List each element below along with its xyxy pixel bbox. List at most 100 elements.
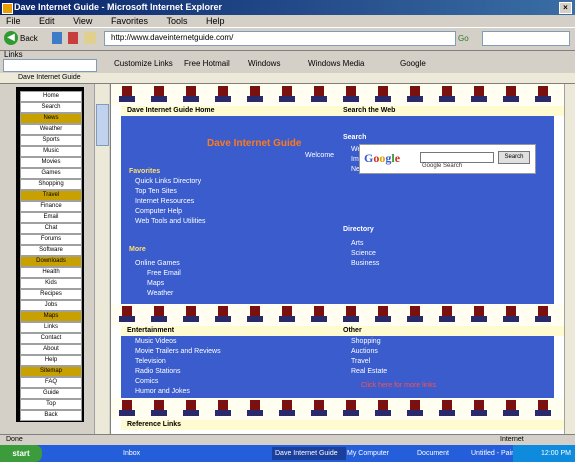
go-button[interactable]: Go — [458, 31, 469, 46]
google-search-input[interactable] — [420, 152, 494, 163]
google-search-button[interactable]: Search — [498, 151, 530, 164]
forward-icon[interactable] — [52, 32, 62, 44]
favorites-link[interactable]: Internet Resources — [135, 198, 194, 205]
sidebar-nav-item[interactable]: Movies — [20, 157, 82, 168]
more-link[interactable]: Free Email — [147, 270, 181, 277]
favorites-link[interactable]: Quick Links Directory — [135, 178, 201, 185]
entertainment-link[interactable]: Movie Trailers and Reviews — [135, 348, 221, 355]
entertainment-link[interactable]: Humor and Jokes — [135, 388, 190, 395]
entertainment-link[interactable]: Comics — [135, 378, 158, 385]
links-search-input[interactable] — [3, 59, 97, 72]
sidebar-nav-item[interactable]: Music — [20, 146, 82, 157]
taskbar-item[interactable]: Untitled - Paint — [468, 447, 514, 460]
boot-icon — [119, 86, 135, 104]
back-icon[interactable]: ◀ — [4, 31, 18, 45]
sidebar-nav-item[interactable]: Guide — [20, 388, 82, 399]
address-input[interactable]: http://www.daveinternetguide.com/ — [104, 31, 456, 46]
taskbar: start Inbox Dave Internet Guide My Compu… — [0, 445, 575, 462]
boot-icon — [535, 86, 551, 104]
boot-icon — [183, 306, 199, 324]
favorites-link[interactable]: Computer Help — [135, 208, 182, 215]
window-title-bar[interactable]: Dave Internet Guide - Microsoft Internet… — [0, 0, 575, 15]
other-note-link[interactable]: Click here for more links — [361, 382, 436, 389]
header2-left: Entertainment — [127, 327, 175, 334]
sidebar-nav-item[interactable]: Links — [20, 322, 82, 333]
entertainment-link[interactable]: Music Videos — [135, 338, 177, 345]
menu-file[interactable]: File — [6, 15, 21, 27]
directory-link[interactable]: Arts — [351, 240, 363, 247]
sidebar-nav-item[interactable]: Finance — [20, 201, 82, 212]
sidebar-nav-item[interactable]: Downloads — [20, 256, 82, 267]
start-button[interactable]: start — [0, 445, 42, 462]
sidebar-nav-item[interactable]: Software — [20, 245, 82, 256]
menu-favorites[interactable]: Favorites — [111, 15, 148, 27]
sidebar-nav-item[interactable]: Shopping — [20, 179, 82, 190]
sidebar-nav-item[interactable]: Forums — [20, 234, 82, 245]
other-link[interactable]: Auctions — [351, 348, 378, 355]
more-link[interactable]: Maps — [147, 280, 164, 287]
menu-edit[interactable]: Edit — [39, 15, 55, 27]
boot-icon — [503, 86, 519, 104]
entertainment-link[interactable]: Radio Stations — [135, 368, 181, 375]
boot-icon — [375, 306, 391, 324]
stop-icon[interactable] — [68, 32, 78, 44]
close-icon[interactable]: × — [559, 2, 572, 14]
link-windows-media[interactable]: Windows Media — [308, 59, 364, 68]
boot-icon — [247, 306, 263, 324]
favorites-link[interactable]: Web Tools and Utilities — [135, 218, 206, 225]
sidebar-scrollbar[interactable] — [94, 84, 109, 434]
taskbar-item[interactable]: My Computer — [344, 447, 416, 460]
more-link[interactable]: Online Games — [135, 260, 180, 267]
sidebar-nav-item[interactable]: Health — [20, 267, 82, 278]
menu-help[interactable]: Help — [206, 15, 225, 27]
boot-icon — [471, 306, 487, 324]
sidebar-nav-item[interactable]: Back — [20, 410, 82, 421]
favorites-link[interactable]: Top Ten Sites — [135, 188, 177, 195]
menu-tools[interactable]: Tools — [166, 15, 187, 27]
taskbar-item[interactable]: Document — [414, 447, 470, 460]
link-hotmail[interactable]: Free Hotmail — [184, 59, 230, 68]
directory-link[interactable]: Science — [351, 250, 376, 257]
entertainment-link[interactable]: Television — [135, 358, 166, 365]
sidebar-nav-item[interactable]: Search — [20, 102, 82, 113]
sidebar-nav-item[interactable]: Games — [20, 168, 82, 179]
back-label[interactable]: Back — [20, 31, 38, 46]
directory-link[interactable]: Business — [351, 260, 379, 267]
link-windows[interactable]: Windows — [248, 59, 280, 68]
home-icon[interactable] — [84, 32, 96, 44]
google-search-box: Google Search Google Search — [359, 144, 536, 174]
sidebar-nav-item[interactable]: Top — [20, 399, 82, 410]
sidebar-nav-item[interactable]: News — [20, 113, 82, 124]
boot-icon — [279, 400, 295, 418]
boot-icon — [183, 400, 199, 418]
sidebar-nav-item[interactable]: Contact — [20, 333, 82, 344]
menu-view[interactable]: View — [73, 15, 92, 27]
sidebar-nav-item[interactable]: Maps — [20, 311, 82, 322]
sidebar-nav-item[interactable]: About — [20, 344, 82, 355]
sidebar-nav-item[interactable]: Weather — [20, 124, 82, 135]
sidebar-nav-item[interactable]: Sports — [20, 135, 82, 146]
sidebar-nav-item[interactable]: Recipes — [20, 289, 82, 300]
other-link[interactable]: Real Estate — [351, 368, 387, 375]
other-link[interactable]: Shopping — [351, 338, 381, 345]
sidebar-scroll-thumb[interactable] — [96, 104, 109, 146]
content-scrollbar[interactable] — [564, 84, 575, 434]
sidebar-nav-item[interactable]: Kids — [20, 278, 82, 289]
sidebar-nav-item[interactable]: Home — [20, 91, 82, 102]
other-link[interactable]: Travel — [351, 358, 370, 365]
sidebar-nav-item[interactable]: Email — [20, 212, 82, 223]
tab-dave-internet-guide[interactable]: Dave Internet Guide — [18, 74, 81, 81]
sidebar-nav-item[interactable]: Chat — [20, 223, 82, 234]
link-customize[interactable]: Customize Links — [114, 59, 173, 68]
link-google[interactable]: Google — [400, 59, 426, 68]
google-sub-label: Google Search — [422, 163, 463, 169]
toolbar-search-input[interactable] — [482, 31, 570, 46]
sidebar-nav-item[interactable]: FAQ — [20, 377, 82, 388]
sidebar-nav-item[interactable]: Travel — [20, 190, 82, 201]
taskbar-item-active[interactable]: Dave Internet Guide — [272, 447, 346, 460]
sidebar-nav-item[interactable]: Jobs — [20, 300, 82, 311]
sidebar-nav-item[interactable]: Sitemap — [20, 366, 82, 377]
taskbar-item[interactable]: Inbox — [120, 447, 196, 460]
sidebar-nav-item[interactable]: Help — [20, 355, 82, 366]
more-link[interactable]: Weather — [147, 290, 173, 297]
